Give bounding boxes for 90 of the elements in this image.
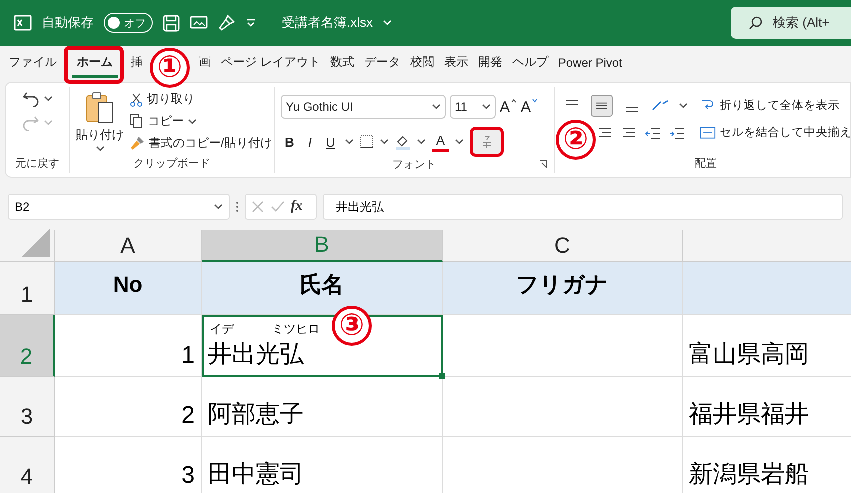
- ribbon-tab[interactable]: Power Pivot: [553, 52, 628, 76]
- ribbon-tab[interactable]: データ: [359, 50, 406, 78]
- group-label: フォント: [392, 158, 436, 172]
- search-icon: [749, 16, 763, 30]
- italic-button[interactable]: I: [304, 132, 316, 152]
- header-cell: フリガナ: [443, 262, 683, 315]
- wrap-text-button[interactable]: 折り返して全体を表示: [720, 98, 840, 112]
- furigana-text: イデ: [210, 321, 234, 338]
- header-cell: No: [55, 262, 202, 315]
- ribbon-tab[interactable]: 画: [194, 50, 216, 78]
- chevron-icon: [96, 146, 104, 152]
- underline-button[interactable]: U: [322, 132, 340, 152]
- fill-color-icon[interactable]: [395, 134, 412, 150]
- chevron-icon: [679, 103, 688, 109]
- chevron-icon: [432, 104, 441, 110]
- column-header[interactable]: B: [202, 230, 443, 262]
- column-header[interactable]: C: [443, 230, 683, 262]
- copy-icon: [130, 114, 144, 129]
- table-cell: 2: [55, 377, 202, 437]
- font-size-field[interactable]: 11: [450, 95, 496, 119]
- format-painter-button[interactable]: 書式のコピー/貼り付け: [149, 135, 272, 152]
- paste-icon[interactable]: [84, 91, 116, 125]
- align-icon[interactable]: [591, 95, 613, 117]
- chevron-icon: [44, 96, 53, 102]
- ribbon-tab[interactable]: 表示: [439, 50, 474, 78]
- file-name[interactable]: 受講者名簿.xlsx: [282, 14, 373, 32]
- chevron-icon: [44, 120, 53, 126]
- expand-icon[interactable]: [539, 160, 548, 169]
- ribbon-tab[interactable]: 挿: [126, 50, 148, 78]
- save-icon[interactable]: [163, 14, 180, 32]
- ribbon-tab[interactable]: ファイル: [4, 50, 62, 78]
- autosave-label: 自動保存: [42, 14, 94, 32]
- row-header[interactable]: 1: [0, 262, 55, 315]
- group-label: 元に戻す: [16, 156, 60, 171]
- more-icon: [236, 201, 239, 213]
- grow-font-button[interactable]: A: [500, 98, 518, 116]
- caret-up-icon: [511, 98, 518, 102]
- ribbon-tab[interactable]: ページ レイアウト: [216, 50, 326, 78]
- chevron-icon: [345, 139, 354, 145]
- caret-down-icon: [532, 98, 538, 102]
- row-header[interactable]: 2: [0, 315, 55, 377]
- dropdown-icon[interactable]: [246, 18, 256, 28]
- table-cell: 阿部恵子: [202, 377, 443, 437]
- fill-handle-icon[interactable]: [439, 373, 445, 379]
- cell-text: 井出光弘: [208, 340, 304, 370]
- merge-center-button[interactable]: セルを結合して中央揃え: [720, 125, 851, 140]
- ribbon-tab[interactable]: ヘルプ: [507, 50, 554, 78]
- merge-icon: [700, 126, 716, 140]
- border-icon[interactable]: [360, 135, 374, 149]
- group-label: 配置: [695, 157, 717, 171]
- chevron-icon: [417, 139, 426, 145]
- spreadsheet-app-icon: [14, 14, 32, 32]
- row-header[interactable]: 3: [0, 377, 55, 437]
- font-color-button[interactable]: A: [432, 132, 450, 152]
- furigana-text: ミツヒロ: [272, 321, 320, 338]
- undo-icon[interactable]: [22, 91, 40, 107]
- ribbon-tab[interactable]: 校閲: [405, 50, 440, 78]
- indent-icon[interactable]: [669, 127, 685, 141]
- insert-function-button[interactable]: fx: [291, 199, 303, 215]
- copy-button[interactable]: コピー: [148, 113, 184, 130]
- table-cell: 1: [55, 315, 202, 377]
- chevron-icon: [383, 20, 392, 26]
- search-field[interactable]: 検索 (Alt+: [731, 7, 851, 39]
- header-cell: 氏名: [202, 262, 443, 315]
- chevron-icon: [380, 139, 390, 145]
- font-name-field[interactable]: Yu Gothic UI: [281, 95, 446, 119]
- chevron-icon: [482, 104, 491, 110]
- chevron-icon: [188, 118, 197, 124]
- row-header[interactable]: 4: [0, 437, 55, 493]
- bold-button[interactable]: B: [281, 132, 298, 152]
- outdent-icon[interactable]: [645, 127, 661, 141]
- ribbon-tab[interactable]: 数式: [325, 50, 360, 78]
- shrink-font-button[interactable]: A: [521, 98, 538, 116]
- chevron-icon: [214, 204, 223, 210]
- brush-icon: [130, 136, 145, 151]
- phonetic-button[interactable]: [470, 127, 504, 157]
- brush-icon[interactable]: [218, 14, 236, 32]
- ribbon-tab[interactable]: 開発: [473, 50, 508, 78]
- screen-icon[interactable]: [190, 15, 208, 31]
- formula-field[interactable]: 井出光弘: [323, 194, 843, 220]
- scissors-icon: [130, 92, 143, 106]
- group-label: クリップボード: [134, 156, 210, 171]
- autosave-toggle[interactable]: オフ: [104, 13, 153, 33]
- paste-button[interactable]: 貼り付け: [76, 127, 124, 144]
- cut-button[interactable]: 切り取り: [147, 91, 195, 108]
- ribbon-tab[interactable]: ホーム: [72, 50, 118, 78]
- chevron-icon: [455, 139, 464, 145]
- column-header[interactable]: A: [55, 230, 202, 262]
- highlight-frame: [64, 46, 124, 84]
- name-box[interactable]: B2: [8, 194, 230, 220]
